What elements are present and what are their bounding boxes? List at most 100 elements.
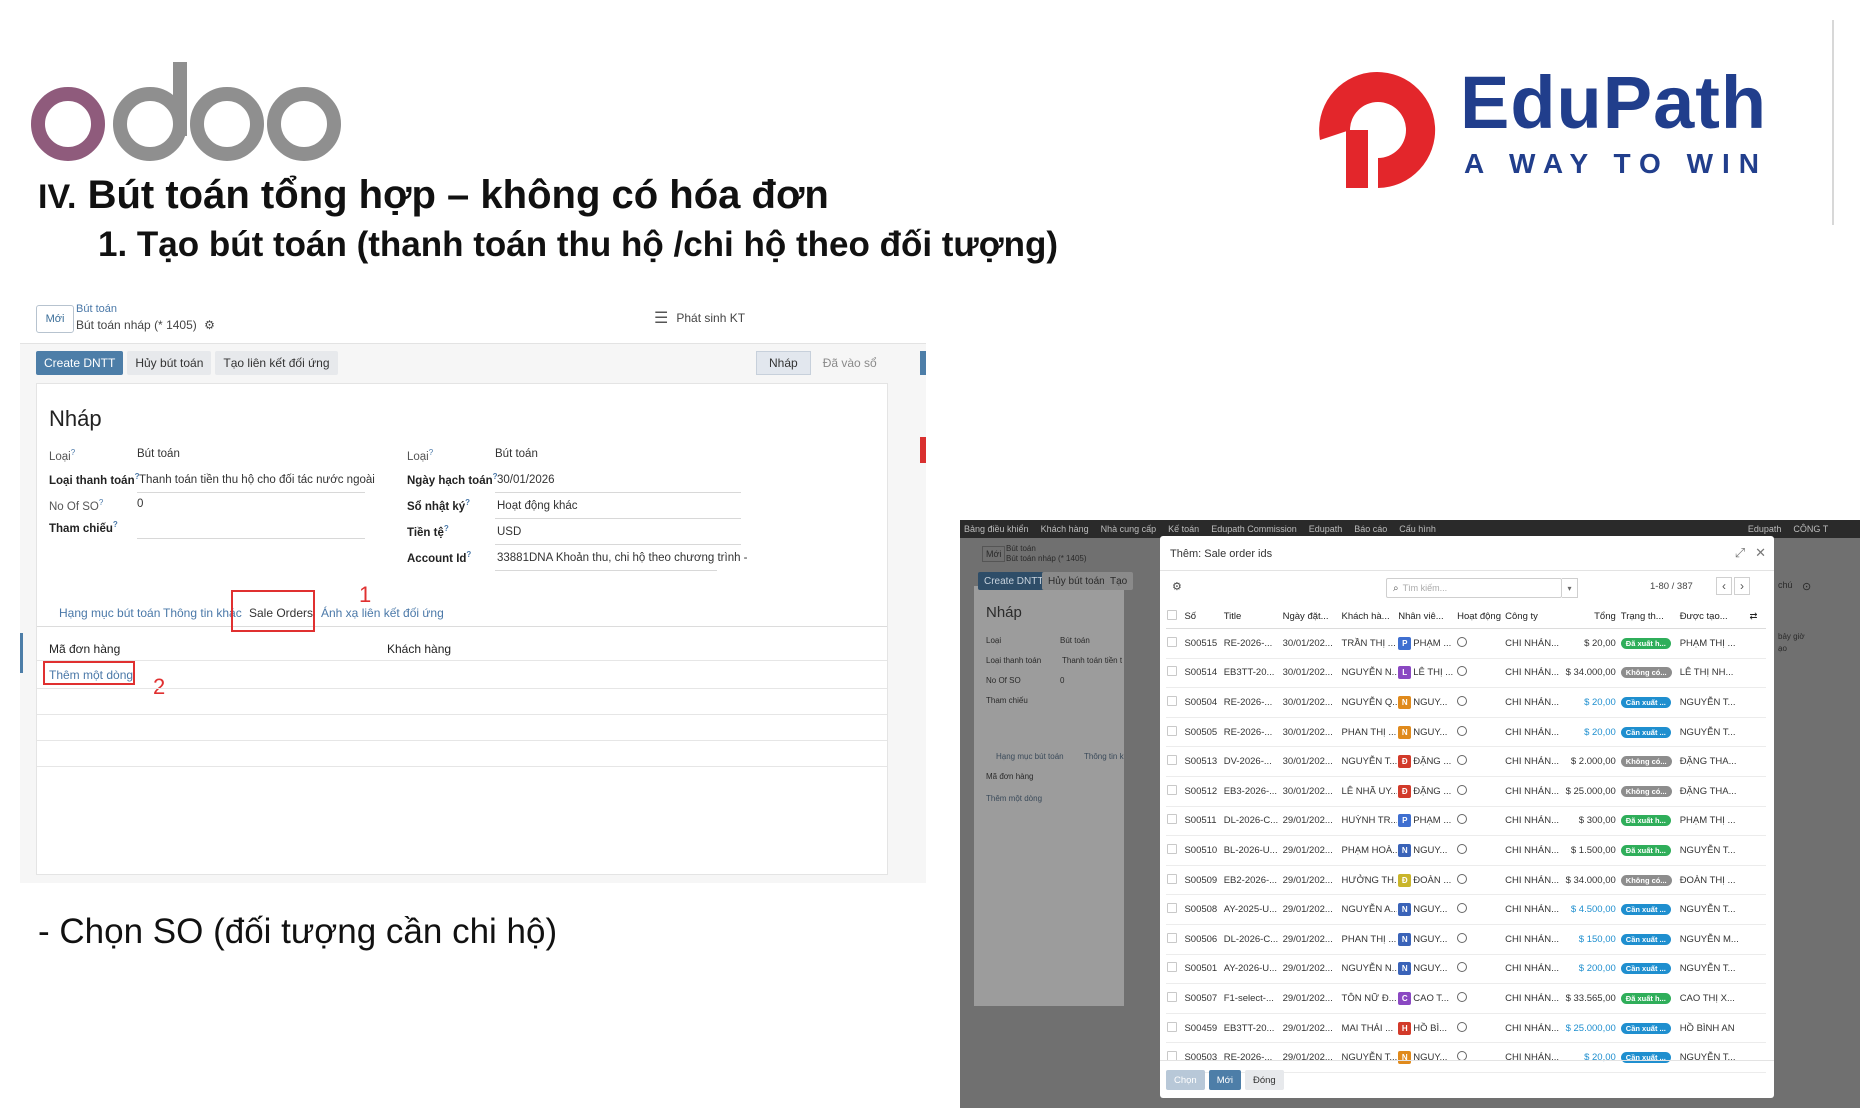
nav-item[interactable]: Bảng điều khiển — [964, 524, 1029, 534]
row-checkbox[interactable] — [1166, 717, 1184, 748]
cell-activity[interactable] — [1456, 924, 1505, 955]
activity-clock-icon[interactable] — [1457, 873, 1468, 884]
table-row[interactable]: S00506 DL-2026-C... 29/01/202... PHAN THỊ .… — [1166, 924, 1766, 955]
new-button[interactable]: Mới — [1208, 1070, 1241, 1090]
column-header-total[interactable]: Tổng — [1563, 604, 1620, 629]
activity-clock-icon[interactable] — [1457, 636, 1468, 647]
activity-clock-icon[interactable] — [1457, 903, 1468, 914]
payment-type-select[interactable]: Thanh toán tiền thu hộ cho đối tác nước … — [139, 474, 375, 486]
search-input[interactable]: ⌕ Tìm kiếm... — [1386, 578, 1562, 598]
cell-activity[interactable] — [1456, 1042, 1505, 1073]
column-header-created-by[interactable]: Được tạo... — [1678, 604, 1749, 629]
cell-activity[interactable] — [1456, 865, 1505, 896]
column-customer[interactable]: Khách hàng — [387, 642, 451, 656]
expand-icon[interactable]: ⤢ — [1735, 545, 1745, 561]
row-checkbox[interactable] — [1166, 1013, 1184, 1044]
nav-item[interactable]: Nhà cung cấp — [1101, 524, 1157, 534]
optional-columns-icon[interactable]: ⇄ — [1748, 604, 1766, 629]
create-dntt-button[interactable]: Create DNTT — [36, 351, 124, 375]
nav-item[interactable]: Khách hàng — [1041, 524, 1089, 534]
cell-activity[interactable] — [1456, 717, 1505, 748]
table-row[interactable]: S00459 EB3TT-20... 29/01/202... MAI THÁI ..… — [1166, 1013, 1766, 1044]
cell-activity[interactable] — [1456, 746, 1505, 777]
row-checkbox[interactable] — [1166, 687, 1184, 718]
activity-clock-icon[interactable] — [1457, 814, 1468, 825]
select-button[interactable]: Chọn — [1166, 1070, 1205, 1090]
nav-item[interactable]: CÔNG T — [1793, 524, 1828, 534]
pager-previous-button[interactable]: ‹ — [1716, 577, 1732, 595]
row-checkbox[interactable] — [1166, 806, 1184, 837]
currency-select[interactable]: USD — [497, 526, 521, 538]
cell-activity[interactable] — [1456, 628, 1505, 659]
new-button[interactable]: Mới — [36, 305, 74, 333]
row-checkbox[interactable] — [1166, 865, 1184, 896]
row-checkbox[interactable] — [1166, 658, 1184, 689]
activity-clock-icon[interactable] — [1457, 725, 1468, 736]
row-checkbox[interactable] — [1166, 835, 1184, 866]
row-checkbox[interactable] — [1166, 628, 1184, 659]
column-header-customer[interactable]: Khách hà... — [1340, 604, 1398, 629]
nav-item[interactable]: Cấu hình — [1399, 524, 1436, 534]
tab-journal-items[interactable]: Hạng mục bút toán — [59, 606, 160, 620]
create-link-button[interactable]: Tạo liên kết đối ứng — [215, 351, 338, 375]
row-checkbox[interactable] — [1166, 894, 1184, 925]
activity-clock-icon[interactable] — [1457, 695, 1468, 706]
row-checkbox[interactable] — [1166, 924, 1184, 955]
cell-activity[interactable] — [1456, 1013, 1505, 1044]
journal-select[interactable]: Hoạt động khác — [497, 500, 578, 512]
cell-activity[interactable] — [1456, 658, 1505, 689]
nav-item[interactable]: Kế toán — [1168, 524, 1199, 534]
column-header-status[interactable]: Trạng th... — [1619, 604, 1679, 629]
table-row[interactable]: S00508 AY-2025-U... 29/01/202... NGUYỄN A..… — [1166, 894, 1766, 925]
cell-activity[interactable] — [1456, 954, 1505, 985]
tab-other-info[interactable]: Thông tin khác — [163, 606, 242, 620]
cell-activity[interactable] — [1456, 894, 1505, 925]
tab-link-mapping[interactable]: Ánh xạ liên kết đối ứng — [321, 606, 444, 620]
table-row[interactable]: S00503 RE-2026-... 29/01/202... NGUYỄN T...… — [1166, 1042, 1766, 1073]
table-row[interactable]: S00501 AY-2026-U... 29/01/202... NGUYỄN N..… — [1166, 954, 1766, 985]
row-checkbox[interactable] — [1166, 776, 1184, 807]
nav-item[interactable]: Edupath Commission — [1211, 524, 1297, 534]
settings-gear-icon[interactable]: ⚙ — [1172, 580, 1182, 593]
row-checkbox[interactable] — [1166, 1042, 1184, 1073]
nav-item[interactable]: Edupath — [1748, 524, 1782, 534]
row-checkbox[interactable] — [1166, 954, 1184, 985]
status-posted[interactable]: Đã vào sổ — [810, 351, 889, 375]
pager-value[interactable]: 1-80 / 387 — [1650, 581, 1693, 592]
phat-sinh-button[interactable]: ☰ Phát sinh KT — [644, 305, 756, 331]
select-all-checkbox[interactable] — [1166, 604, 1184, 629]
column-header-order-date[interactable]: Ngày đặt... — [1281, 604, 1341, 629]
accounting-date-input[interactable]: 30/01/2026 — [497, 474, 555, 486]
activity-clock-icon[interactable] — [1457, 843, 1468, 854]
activity-clock-icon[interactable] — [1457, 1021, 1468, 1032]
cell-activity[interactable] — [1456, 687, 1505, 718]
breadcrumb-parent[interactable]: Bút toán — [76, 303, 117, 315]
reference-input[interactable] — [137, 538, 365, 539]
close-button[interactable]: Đóng — [1244, 1070, 1284, 1090]
activity-clock-icon[interactable] — [1457, 755, 1468, 766]
activity-clock-icon[interactable] — [1457, 666, 1468, 677]
gear-icon[interactable]: ⚙ — [204, 318, 215, 332]
table-row[interactable]: S00515 RE-2026-... 30/01/202... TRẦN THỊ ..… — [1166, 628, 1766, 659]
column-header-so[interactable]: Số — [1183, 604, 1223, 629]
cell-activity[interactable] — [1456, 776, 1505, 807]
column-header-employee[interactable]: Nhân viê... — [1397, 604, 1457, 629]
column-header-activity[interactable]: Hoạt động — [1456, 604, 1505, 629]
table-row[interactable]: S00505 RE-2026-... 30/01/202... PHAN THỊ ..… — [1166, 717, 1766, 748]
cancel-entry-button[interactable]: Hủy bút toán — [127, 351, 212, 375]
activity-clock-icon[interactable] — [1457, 932, 1468, 943]
search-options-toggle[interactable]: ▾ — [1562, 578, 1578, 598]
table-row[interactable]: S00513 DV-2026-... 30/01/202... NGUYỄN T...… — [1166, 746, 1766, 777]
column-order-code[interactable]: Mã đơn hàng — [49, 642, 120, 656]
table-row[interactable]: S00511 DL-2026-C... 29/01/202... HUỲNH TR..… — [1166, 806, 1766, 837]
column-header-title[interactable]: Title — [1222, 604, 1282, 629]
close-icon[interactable]: ✕ — [1755, 545, 1766, 561]
table-row[interactable]: S00507 F1-select-... 29/01/202... TÔN NỮ Đ.… — [1166, 983, 1766, 1014]
status-draft[interactable]: Nháp — [756, 351, 811, 375]
activity-clock-icon[interactable] — [1457, 962, 1468, 973]
row-checkbox[interactable] — [1166, 983, 1184, 1014]
table-row[interactable]: S00510 BL-2026-U... 29/01/202... PHẠM HOÀ..… — [1166, 835, 1766, 866]
pager-next-button[interactable]: › — [1734, 577, 1750, 595]
row-checkbox[interactable] — [1166, 746, 1184, 777]
cell-activity[interactable] — [1456, 806, 1505, 837]
